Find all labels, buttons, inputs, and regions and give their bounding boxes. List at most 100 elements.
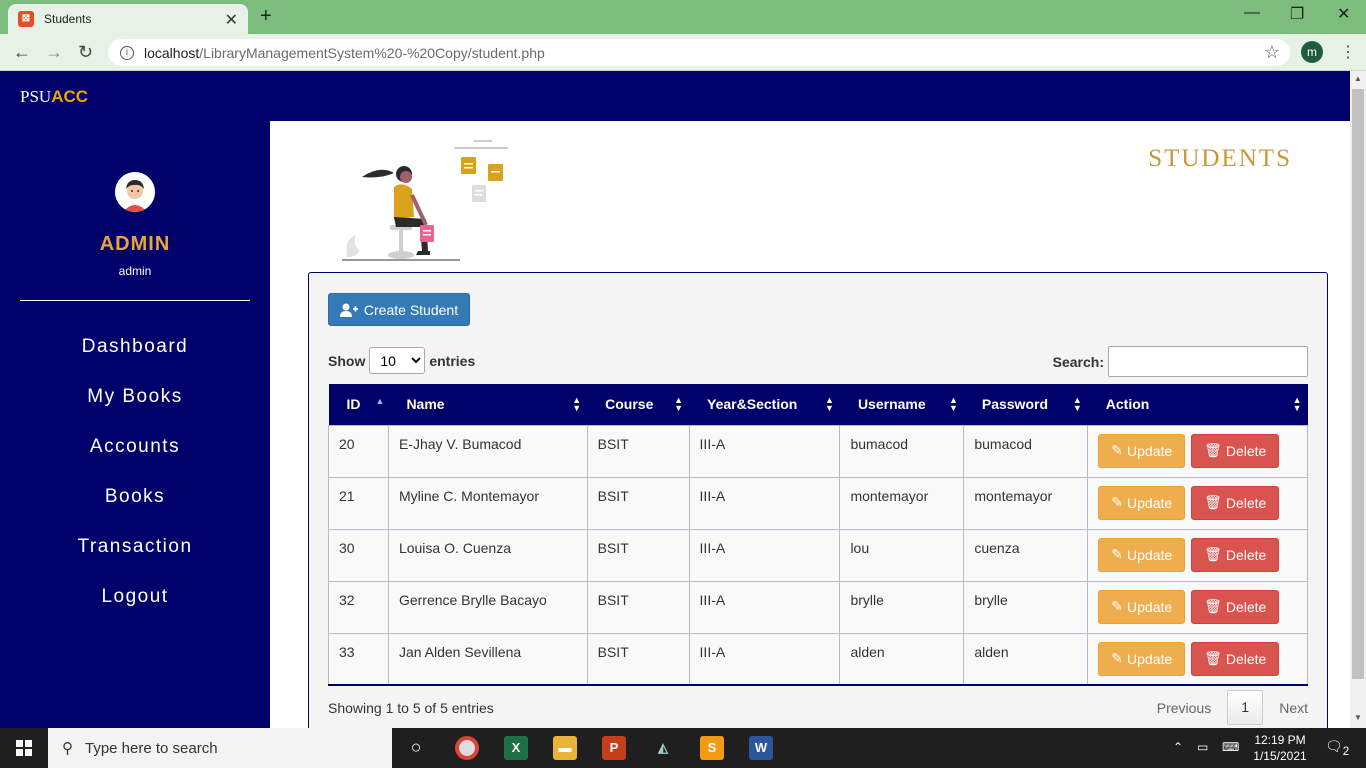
sort-icon: ▲ ▼ (572, 395, 582, 413)
xampp-favicon-icon: ⊠ (18, 11, 34, 27)
update-button[interactable]: ✎ Update (1098, 537, 1186, 572)
update-label: Update (1127, 598, 1173, 615)
students-table: ID ▲ Name ▲ ▼ Course ▲ ▼ Year&Section ▲ ▼ Usern… (328, 384, 1308, 686)
cell-year-section: III-A (688, 424, 841, 478)
cell-password: cuenza (963, 528, 1089, 582)
excel-icon[interactable]: X (504, 736, 528, 760)
table-header-row: ID ▲ Name ▲ ▼ Course ▲ ▼ Year&Section ▲ ▼ Usern… (328, 384, 1308, 425)
create-student-button[interactable]: Create Student (328, 293, 470, 326)
restore-icon[interactable]: ❐ (1290, 4, 1304, 24)
new-tab-icon[interactable]: + (260, 5, 272, 28)
previous-page-button[interactable]: Previous (1157, 700, 1211, 716)
back-icon[interactable]: ← (13, 42, 31, 63)
user-name: admin (118, 264, 152, 278)
file-explorer-icon[interactable]: ▬ (553, 736, 577, 760)
browser-menu-icon[interactable]: ⋮ (1340, 42, 1356, 62)
forward-icon[interactable]: → (45, 42, 63, 63)
cell-action: ✎ Update 🗑 Delete (1087, 424, 1308, 478)
cell-name: Jan Alden Sevillena (387, 632, 588, 686)
brand-suffix: ACC (51, 87, 89, 106)
update-label: Update (1127, 442, 1173, 459)
system-clock[interactable]: 12:19 PM 1/15/2021 (1250, 732, 1310, 764)
tab-title: Students (44, 12, 92, 26)
column-header-action[interactable]: Action ▲ ▼ (1088, 384, 1308, 425)
cell-id: 20 (328, 424, 389, 478)
task-view-icon[interactable]: ○ (404, 736, 428, 760)
update-button[interactable]: ✎ Update (1098, 641, 1186, 676)
cell-password: bumacod (963, 424, 1089, 478)
profile-avatar[interactable]: m (1301, 41, 1323, 63)
cell-username: alden (839, 632, 965, 686)
scrollbar-thumb[interactable] (1352, 89, 1364, 679)
keyboard-icon[interactable]: ⌨ (1222, 740, 1239, 768)
bookmark-star-icon[interactable]: ☆ (1264, 42, 1280, 63)
chrome-icon[interactable] (455, 736, 479, 760)
sidebar-item-transaction[interactable]: Transaction (0, 536, 270, 558)
column-header-password[interactable]: Password ▲ ▼ (964, 384, 1088, 425)
scroll-up-icon[interactable]: ▲ (1354, 74, 1362, 83)
cell-course: BSIT (586, 580, 690, 634)
tray-chevron-icon[interactable]: ⌃ (1173, 740, 1183, 768)
browser-tab[interactable]: ⊠ Students ✕ (8, 4, 248, 34)
column-header-year-section[interactable]: Year&Section ▲ ▼ (689, 384, 840, 425)
column-header-id[interactable]: ID ▲ (329, 384, 389, 425)
network-icon[interactable]: ▭ (1197, 740, 1208, 768)
sidebar-item-logout[interactable]: Logout (0, 586, 270, 608)
sort-icon: ▲ ▼ (674, 395, 684, 413)
url-input[interactable]: i localhost/LibraryManagementSystem%20-%… (108, 39, 1290, 66)
column-header-name[interactable]: Name ▲ ▼ (388, 384, 587, 425)
delete-button[interactable]: 🗑 Delete (1191, 433, 1280, 468)
cell-name: Louisa O. Cuenza (387, 528, 588, 582)
taskbar-search-box[interactable]: ⚲ Type here to search (48, 728, 392, 768)
students-panel: Create Student Show 10 entries Search: I… (308, 272, 1328, 742)
column-header-course[interactable]: Course ▲ ▼ (587, 384, 689, 425)
cell-year-section: III-A (688, 580, 841, 634)
cell-id: 30 (328, 528, 389, 582)
table-info: Showing 1 to 5 of 5 entries (328, 700, 494, 716)
sidebar-item-books[interactable]: Books (0, 486, 270, 508)
minimize-icon[interactable]: — (1244, 4, 1260, 22)
table-row: 32 Gerrence Brylle Bacayo BSIT III-A bry… (328, 580, 1308, 634)
next-page-button[interactable]: Next (1279, 700, 1308, 716)
sidebar-item-dashboard[interactable]: Dashboard (0, 336, 270, 358)
sort-icon: ▲ ▼ (948, 395, 958, 413)
create-student-label: Create Student (363, 301, 459, 318)
sidebar-item-my-books[interactable]: My Books (0, 386, 270, 408)
update-button[interactable]: ✎ Update (1098, 433, 1186, 468)
cell-id: 33 (328, 632, 389, 686)
close-window-icon[interactable]: ✕ (1337, 4, 1350, 24)
cell-year-section: III-A (688, 476, 841, 530)
delete-button[interactable]: 🗑 Delete (1191, 589, 1280, 624)
edit-icon: ✎ (1111, 546, 1124, 562)
brand-logo[interactable]: PSUACC (20, 87, 88, 107)
sublime-text-icon[interactable]: S (700, 736, 724, 760)
reload-icon[interactable]: ↻ (78, 42, 93, 63)
column-label-year-section: Year&Section (707, 396, 798, 413)
update-button[interactable]: ✎ Update (1098, 589, 1186, 624)
url-path: /LibraryManagementSystem%20-%20Copy/stud… (199, 44, 545, 61)
update-button[interactable]: ✎ Update (1098, 485, 1186, 520)
search-input[interactable] (1108, 346, 1308, 377)
delete-button[interactable]: 🗑 Delete (1191, 537, 1280, 572)
word-icon[interactable]: W (749, 736, 773, 760)
page-scrollbar[interactable]: ▲ ▼ (1350, 71, 1366, 728)
powerpoint-icon[interactable]: P (602, 736, 626, 760)
delete-button[interactable]: 🗑 Delete (1191, 485, 1280, 520)
page-1-button[interactable]: 1 (1227, 690, 1264, 725)
site-info-icon[interactable]: i (120, 45, 134, 60)
cell-action: ✎ Update 🗑 Delete (1087, 632, 1308, 686)
app-bird-icon[interactable]: ◭ (651, 736, 675, 760)
trash-icon: 🗑 (1204, 442, 1222, 458)
windows-start-icon[interactable] (16, 740, 32, 756)
close-tab-icon[interactable]: ✕ (225, 10, 238, 30)
sidebar-item-accounts[interactable]: Accounts (0, 436, 270, 458)
column-header-username[interactable]: Username ▲ ▼ (840, 384, 964, 425)
scroll-down-icon[interactable]: ▼ (1354, 713, 1362, 722)
delete-button[interactable]: 🗑 Delete (1191, 641, 1280, 676)
table-row: 30 Louisa O. Cuenza BSIT III-A lou cuenz… (328, 528, 1308, 582)
cell-password: brylle (963, 580, 1089, 634)
pagination: Previous 1 Next (1157, 690, 1308, 725)
notification-icon[interactable]: 🗨2 (1325, 738, 1349, 768)
windows-taskbar: ⚲ Type here to search ○ X ▬ P ◭ S W ⌃ ▭ … (0, 728, 1366, 768)
entries-select[interactable]: 10 (369, 347, 426, 374)
